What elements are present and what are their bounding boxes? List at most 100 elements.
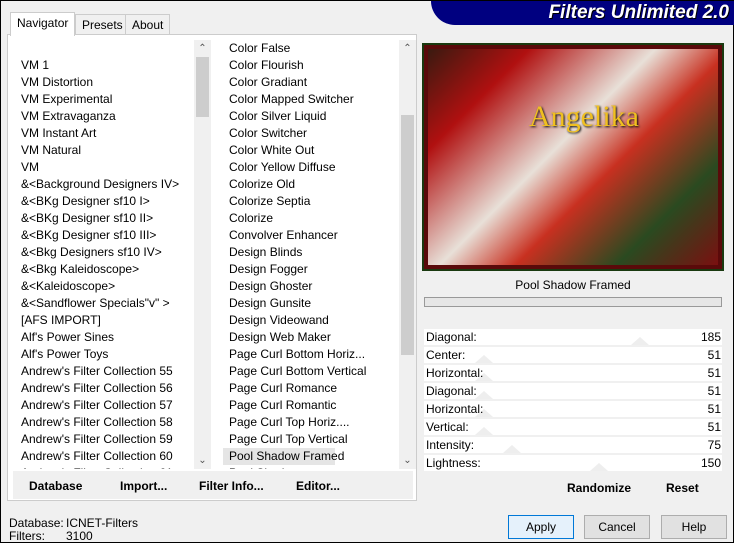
tab-navigator[interactable]: Navigator — [10, 12, 76, 36]
list-item[interactable]: Andrew's Filter Collection 55 — [15, 363, 195, 380]
scroll-down-icon[interactable]: ⌄ — [399, 452, 416, 469]
list-item[interactable]: Color Yellow Diffuse — [223, 159, 399, 176]
filters-label: Filters: — [9, 529, 45, 543]
slider-thumb[interactable] — [474, 355, 493, 363]
list-item[interactable] — [15, 40, 195, 57]
list-item[interactable]: Color White Out — [223, 142, 399, 159]
list-item[interactable]: Page Curl Romance — [223, 380, 399, 397]
reset-button[interactable]: Reset — [666, 481, 699, 495]
list-item[interactable]: Andrew's Filter Collection 59 — [15, 431, 195, 448]
list-item[interactable]: VM — [15, 159, 195, 176]
list-item[interactable]: Design Ghoster — [223, 278, 399, 295]
scroll-down-icon[interactable]: ⌄ — [194, 452, 211, 469]
slider-thumb[interactable] — [474, 427, 493, 435]
slider-thumb[interactable] — [502, 445, 521, 453]
list-item[interactable]: Page Curl Romantic — [223, 397, 399, 414]
param-label: Horizontal: — [426, 366, 484, 380]
list-item[interactable]: Color Switcher — [223, 125, 399, 142]
database-button[interactable]: Database — [29, 479, 82, 493]
import-button[interactable]: Import... — [120, 479, 167, 493]
list-item[interactable]: &<Bkg Designers sf10 IV> — [15, 244, 195, 261]
list-item[interactable]: VM Extravaganza — [15, 108, 195, 125]
selected-filter-name: Pool Shadow Framed — [515, 278, 631, 292]
param-value: 51 — [707, 366, 721, 380]
param-label: Lightness: — [426, 456, 481, 470]
list-item[interactable]: Color Flourish — [223, 57, 399, 74]
param-label: Intensity: — [426, 438, 475, 452]
list-item[interactable]: Colorize Old — [223, 176, 399, 193]
filter-preview-image: Angelika — [422, 43, 724, 271]
list-item[interactable]: &<BKg Designer sf10 III> — [15, 227, 195, 244]
progress-bar — [424, 297, 722, 307]
list-item[interactable]: &<Background Designers IV> — [15, 176, 195, 193]
scroll-up-icon[interactable]: ⌃ — [194, 40, 211, 57]
param-value: 51 — [707, 420, 721, 434]
list-item[interactable]: Alf's Power Sines — [15, 329, 195, 346]
param-slider[interactable]: Diagonal: 185 — [424, 329, 722, 345]
filter-list[interactable]: Color False Color Flourish Color Gradiant C… — [223, 40, 399, 469]
list-item[interactable]: Design Gunsite — [223, 295, 399, 312]
param-slider[interactable]: Horizontal: 51 — [424, 401, 722, 417]
scroll-up-icon[interactable]: ⌃ — [399, 40, 416, 57]
apply-button[interactable]: Apply — [508, 515, 574, 539]
list-item[interactable]: Page Curl Top Horiz.... — [223, 414, 399, 431]
list-item[interactable]: Colorize Septia — [223, 193, 399, 210]
list-item[interactable]: &<Bkg Kaleidoscope> — [15, 261, 195, 278]
filter-info-button[interactable]: Filter Info... — [199, 479, 264, 493]
list-item[interactable]: Design Web Maker — [223, 329, 399, 346]
list-item[interactable]: Pool Shadow — [223, 465, 399, 469]
scroll-thumb[interactable] — [401, 115, 414, 355]
list-item[interactable]: Color Gradiant — [223, 74, 399, 91]
randomize-button[interactable]: Randomize — [567, 481, 631, 495]
list-item[interactable]: Colorize — [223, 210, 399, 227]
param-slider[interactable]: Lightness: 150 — [424, 455, 722, 471]
list-item[interactable]: VM Distortion — [15, 74, 195, 91]
list-item[interactable]: Page Curl Bottom Horiz... — [223, 346, 399, 363]
list-item[interactable]: &<Kaleidoscope> — [15, 278, 195, 295]
cancel-button[interactable]: Cancel — [584, 515, 650, 539]
list-item[interactable]: Convolver Enhancer — [223, 227, 399, 244]
tab-presets[interactable]: Presets — [75, 14, 130, 35]
list-item[interactable]: Color False — [223, 40, 399, 57]
list-item[interactable]: VM Natural — [15, 142, 195, 159]
list-item[interactable]: Color Silver Liquid — [223, 108, 399, 125]
list-item[interactable]: [AFS IMPORT] — [15, 312, 195, 329]
list-item[interactable]: Andrew's Filter Collection 60 — [15, 448, 195, 465]
list-item[interactable]: Andrew's Filter Collection 56 — [15, 380, 195, 397]
list-item[interactable]: Color Mapped Switcher — [223, 91, 399, 108]
list-item[interactable]: Design Videowand — [223, 312, 399, 329]
param-slider[interactable]: Horizontal: 51 — [424, 365, 722, 381]
list-item[interactable]: &<Sandflower Specials"v" > — [15, 295, 195, 312]
list-item[interactable]: Andrew's Filter Collection 57 — [15, 397, 195, 414]
list-item[interactable]: Alf's Power Toys — [15, 346, 195, 363]
list-item[interactable]: VM Instant Art — [15, 125, 195, 142]
list-item[interactable]: VM Experimental — [15, 91, 195, 108]
list-item[interactable]: Andrew's Filter Collection 61 — [15, 465, 195, 469]
list-item[interactable]: &<BKg Designer sf10 I> — [15, 193, 195, 210]
list-item[interactable]: Page Curl Bottom Vertical — [223, 363, 399, 380]
list-item[interactable]: Design Blinds — [223, 244, 399, 261]
list-item[interactable]: Design Fogger — [223, 261, 399, 278]
param-value: 150 — [700, 456, 721, 470]
param-slider[interactable]: Intensity: 75 — [424, 437, 722, 453]
list-item[interactable]: Andrew's Filter Collection 58 — [15, 414, 195, 431]
list-item[interactable]: &<BKg Designer sf10 II> — [15, 210, 195, 227]
slider-thumb[interactable] — [590, 463, 609, 471]
slider-thumb[interactable] — [631, 337, 650, 345]
editor-button[interactable]: Editor... — [296, 479, 340, 493]
list-item[interactable]: Page Curl Top Vertical — [223, 431, 399, 448]
category-list[interactable]: VM 1 VM Distortion VM Experimental VM Extra… — [15, 40, 195, 469]
help-button[interactable]: Help — [661, 515, 727, 539]
list-item[interactable]: Pool Shadow Framed — [223, 448, 344, 465]
list-item[interactable]: VM 1 — [15, 57, 195, 74]
app-title-banner: Filters Unlimited 2.0 — [431, 1, 734, 25]
scroll-thumb[interactable] — [196, 57, 209, 117]
param-slider[interactable]: Diagonal: 51 — [424, 383, 722, 399]
tab-about[interactable]: About — [125, 14, 171, 35]
param-slider[interactable]: Center: 51 — [424, 347, 722, 363]
param-slider[interactable]: Vertical: 51 — [424, 419, 722, 435]
slider-thumb[interactable] — [474, 391, 493, 399]
navigator-button-bar: Database Import... Filter Info... Editor… — [13, 471, 413, 499]
category-scrollbar[interactable]: ⌃ ⌄ — [194, 40, 211, 469]
filter-scrollbar[interactable]: ⌃ ⌄ — [399, 40, 416, 469]
